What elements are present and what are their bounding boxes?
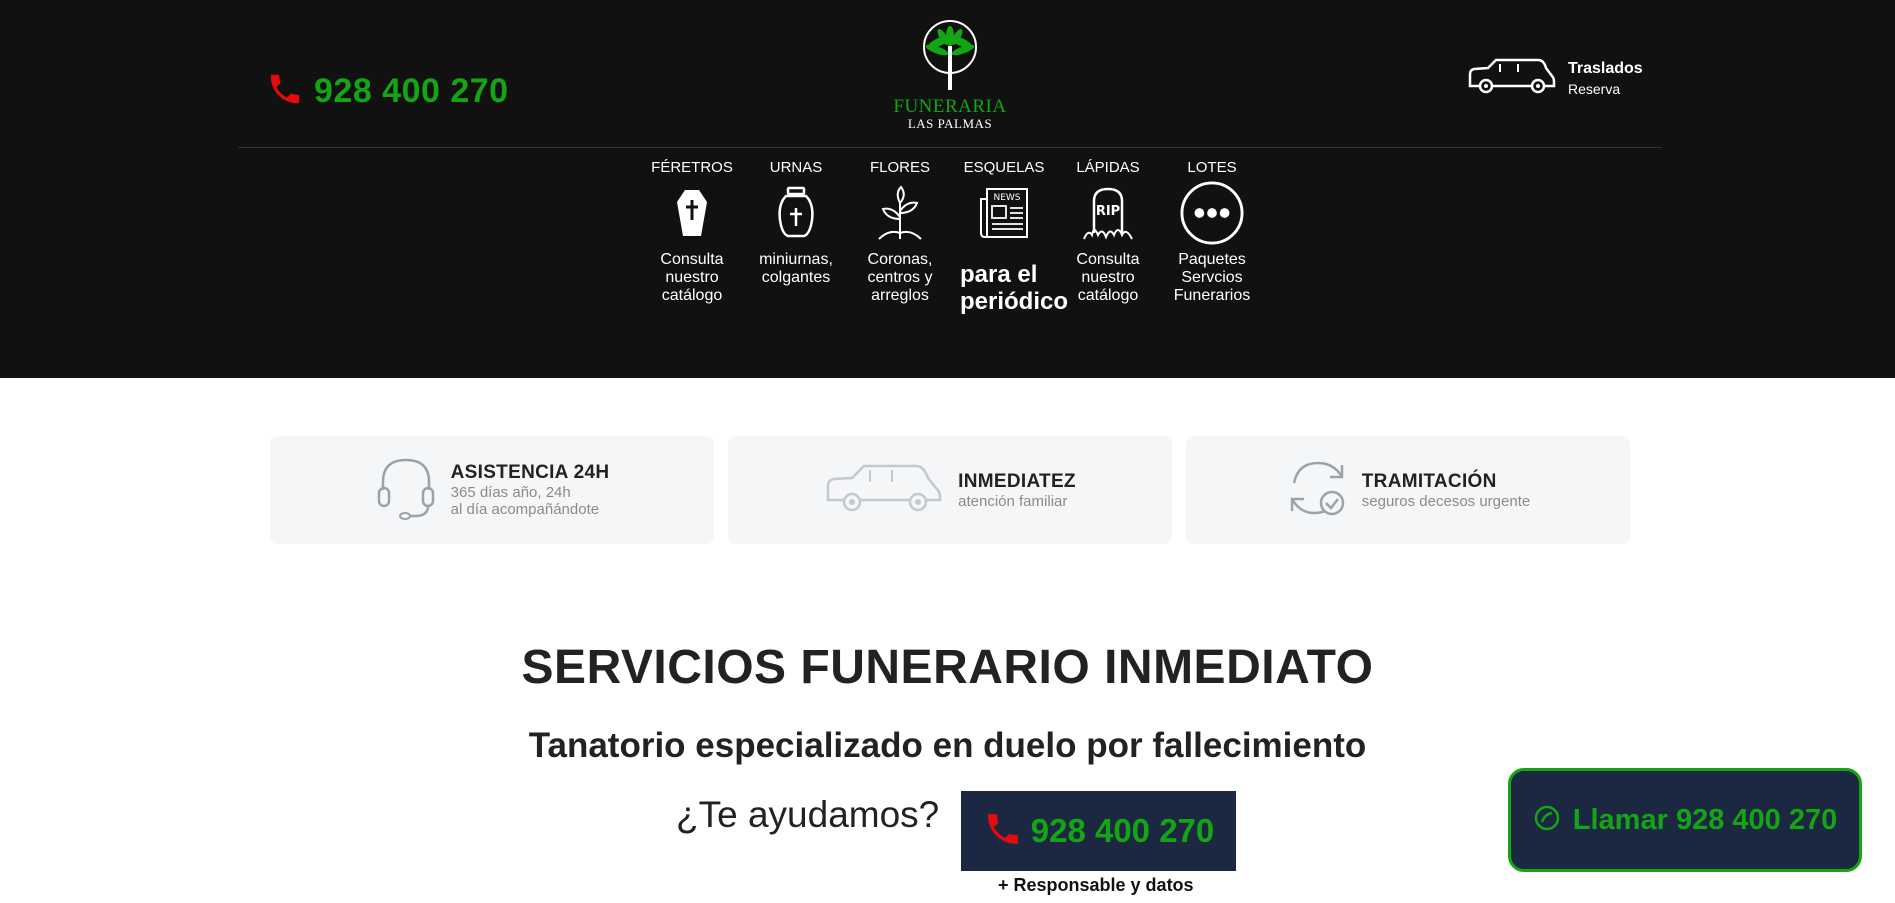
tombstone-icon: RIP bbox=[1076, 179, 1140, 247]
category-nav: FÉRETROS Consulta nuestro catálogo URNAS… bbox=[640, 157, 1264, 315]
nav-item-esquelas[interactable]: ESQUELAS NEWS para el periódico bbox=[952, 157, 1069, 315]
nav-item-flores[interactable]: FLORES Coronas, centros y arreglos bbox=[848, 157, 952, 315]
refresh-check-icon bbox=[1286, 457, 1348, 524]
floating-call-label: Llamar 928 400 270 bbox=[1572, 803, 1838, 836]
traslados-link[interactable]: Traslados Reserva bbox=[1466, 56, 1643, 101]
header-phone-number: 928 400 270 bbox=[314, 72, 509, 110]
feature-card-tramitacion: TRAMITACIÓN seguros decesos urgente bbox=[1186, 436, 1630, 544]
nav-item-label: LOTES bbox=[1187, 159, 1237, 176]
feature-title: TRAMITACIÓN bbox=[1361, 470, 1497, 492]
feature-subtitle: atención familiar bbox=[958, 492, 1068, 510]
feature-title: INMEDIATEZ bbox=[958, 470, 1076, 492]
palm-tree-icon bbox=[923, 20, 977, 90]
responsable-link[interactable]: + Responsable y datos bbox=[998, 875, 1194, 896]
feature-title: ASISTENCIA 24H bbox=[450, 462, 610, 483]
nav-item-feretros[interactable]: FÉRETROS Consulta nuestro catálogo bbox=[640, 157, 744, 315]
hearse-icon bbox=[1466, 56, 1558, 101]
header-phone-link[interactable]: 928 400 270 bbox=[266, 70, 509, 113]
nav-item-desc: Coronas, centros y arreglos bbox=[867, 251, 933, 304]
help-question: ¿Te ayudamos? bbox=[676, 794, 940, 835]
nav-item-desc: Consulta nuestro catálogo bbox=[1076, 251, 1140, 304]
nav-item-desc: para el periódico bbox=[960, 261, 1069, 315]
logo-text-las-palmas: LAS PALMAS bbox=[907, 116, 993, 131]
svg-text:NEWS: NEWS bbox=[993, 193, 1020, 203]
newspaper-icon: NEWS bbox=[972, 179, 1036, 247]
header-divider bbox=[238, 147, 1662, 148]
nav-item-label: FÉRETROS bbox=[651, 159, 733, 176]
svg-text:RIP: RIP bbox=[1096, 204, 1120, 219]
feature-subtitle: seguros decesos urgente bbox=[1361, 492, 1531, 510]
traslados-title: Traslados bbox=[1568, 59, 1643, 77]
page-subtitle: Tanatorio especializado en duelo por fal… bbox=[528, 726, 1367, 765]
floating-call-button[interactable]: Llamar 928 400 270 bbox=[1508, 768, 1862, 872]
more-icon bbox=[1180, 179, 1244, 247]
hearse-icon bbox=[824, 462, 944, 519]
nav-item-desc: miniurnas, colgantes bbox=[759, 251, 833, 286]
phone-icon bbox=[266, 70, 304, 113]
nav-item-label: FLORES bbox=[869, 159, 930, 176]
site-logo[interactable]: FUNERARIA LAS PALMAS bbox=[890, 18, 1010, 131]
traslados-subtitle: Reserva bbox=[1568, 80, 1621, 97]
nav-item-label: LÁPIDAS bbox=[1076, 159, 1140, 176]
nav-item-label: URNAS bbox=[769, 159, 823, 176]
headset-icon bbox=[375, 456, 437, 525]
logo-text-funeraria: FUNERARIA bbox=[893, 96, 1007, 117]
nav-item-desc: Consulta nuestro catálogo bbox=[660, 251, 724, 304]
nav-item-label: ESQUELAS bbox=[963, 159, 1045, 176]
feature-subtitle: al día acompañándote bbox=[450, 501, 600, 518]
phone-circle-icon bbox=[1533, 804, 1561, 837]
feature-cards: ASISTENCIA 24H 365 días año, 24h al día … bbox=[270, 436, 1630, 544]
feature-card-asistencia: ASISTENCIA 24H 365 días año, 24h al día … bbox=[270, 436, 714, 544]
site-header: 928 400 270 FUNERARIA LAS PALMAS Traslad… bbox=[0, 0, 1895, 378]
nav-item-desc: Paquetes Servcios Funerarios bbox=[1173, 251, 1251, 304]
nav-item-lapidas[interactable]: LÁPIDAS RIP Consulta nuestro catálogo bbox=[1056, 157, 1160, 315]
feature-card-inmediatez: INMEDIATEZ atención familiar bbox=[728, 436, 1172, 544]
nav-item-lotes[interactable]: LOTES Paquetes Servcios Funerarios bbox=[1160, 157, 1264, 315]
feature-subtitle: 365 días año, 24h bbox=[450, 484, 571, 501]
main-phone-number: 928 400 270 bbox=[1030, 812, 1215, 849]
plant-icon bbox=[868, 179, 932, 247]
nav-item-urnas[interactable]: URNAS miniurnas, colgantes bbox=[744, 157, 848, 315]
urn-icon bbox=[764, 179, 828, 247]
coffin-icon bbox=[660, 179, 724, 247]
main-phone-button[interactable]: 928 400 270 bbox=[961, 791, 1236, 871]
phone-icon bbox=[983, 809, 1023, 854]
page-title: SERVICIOS FUNERARIO INMEDIATO bbox=[521, 641, 1374, 694]
